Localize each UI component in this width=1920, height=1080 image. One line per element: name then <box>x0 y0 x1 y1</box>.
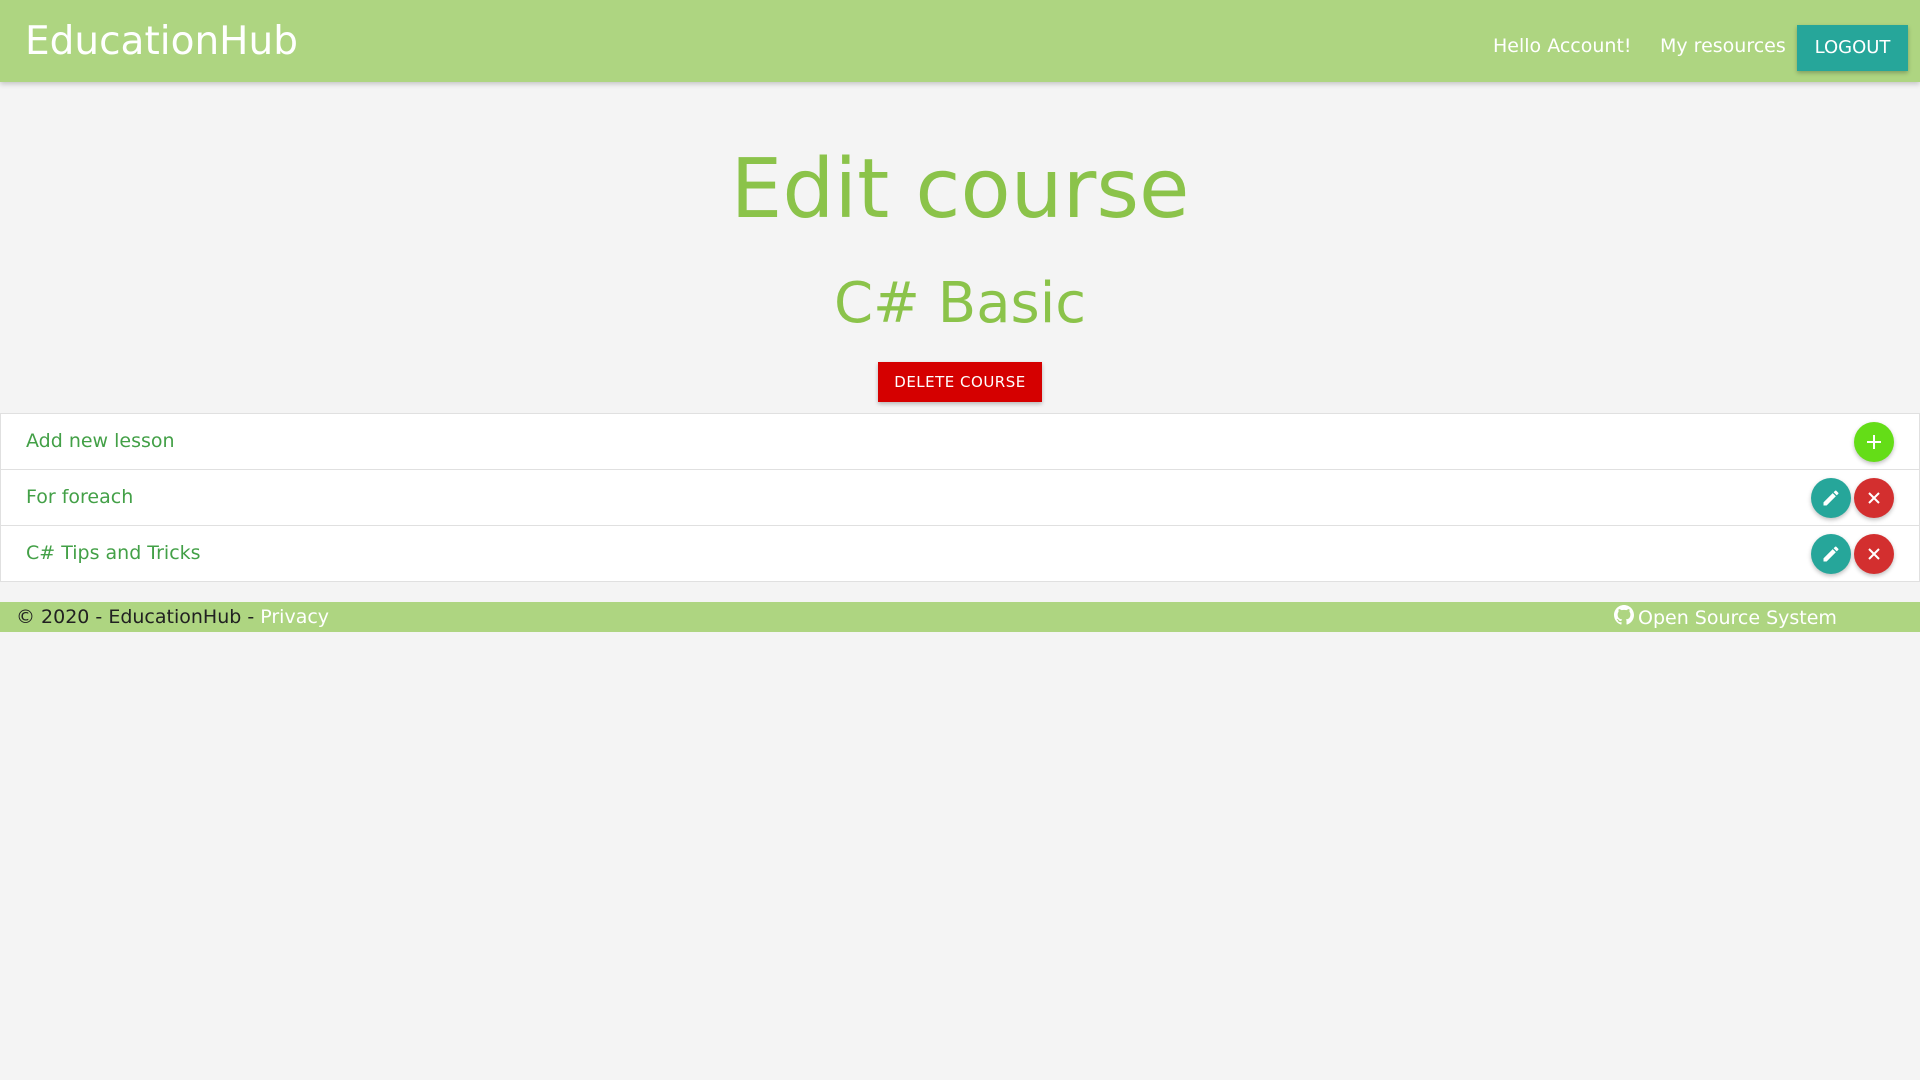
delete-lesson-button[interactable] <box>1854 534 1894 574</box>
open-source-link[interactable]: Open Source System <box>1614 605 1837 631</box>
course-name-heading: C# Basic <box>833 271 1087 336</box>
lesson-link[interactable]: For foreach <box>26 484 133 510</box>
page-footer: © 2020 - EducationHub - Privacy Open Sou… <box>0 602 1920 632</box>
lesson-link[interactable]: C# Tips and Tricks <box>26 540 201 566</box>
logout-button[interactable]: LOGOUT <box>1797 25 1908 71</box>
brand-logo[interactable]: EducationHub <box>25 18 298 66</box>
delete-course-button[interactable]: DELETE COURSE <box>878 362 1042 402</box>
close-icon <box>1868 492 1880 504</box>
page-title: Edit course <box>730 142 1190 237</box>
my-resources-link[interactable]: My resources <box>1660 33 1786 59</box>
add-lesson-row: Add new lesson <box>1 414 1919 470</box>
privacy-link[interactable]: Privacy <box>260 606 329 628</box>
github-icon <box>1614 605 1634 631</box>
edit-lesson-button[interactable] <box>1811 478 1851 518</box>
lesson-row: C# Tips and Tricks <box>1 526 1919 581</box>
delete-lesson-button[interactable] <box>1854 478 1894 518</box>
add-lesson-button[interactable] <box>1854 422 1894 462</box>
open-source-label: Open Source System <box>1638 607 1837 629</box>
lesson-row: For foreach <box>1 470 1919 526</box>
footer-copyright-line: © 2020 - EducationHub - Privacy <box>16 605 329 629</box>
edit-lesson-button[interactable] <box>1811 534 1851 574</box>
plus-icon <box>1867 435 1881 449</box>
pencil-icon <box>1823 490 1839 506</box>
top-navbar: EducationHub Hello Account! My resources… <box>0 0 1920 82</box>
lesson-list: Add new lesson For foreach C# Tips and T… <box>0 413 1920 582</box>
footer-copyright: © 2020 - EducationHub - <box>16 606 261 628</box>
account-greeting-link[interactable]: Hello Account! <box>1493 33 1632 59</box>
close-icon <box>1868 548 1880 560</box>
add-lesson-link[interactable]: Add new lesson <box>26 428 175 454</box>
pencil-icon <box>1823 546 1839 562</box>
